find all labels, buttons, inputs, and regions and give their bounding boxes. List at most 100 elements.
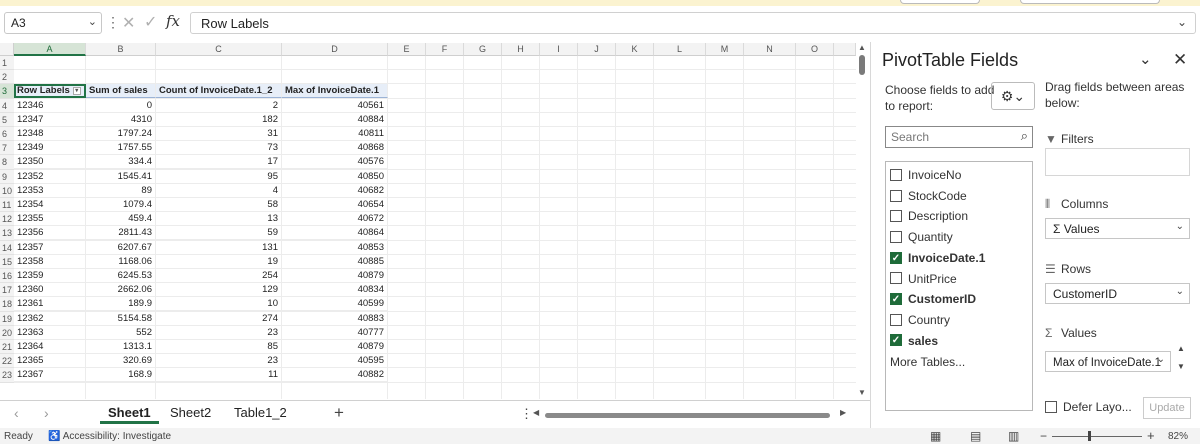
field-country[interactable]: Country xyxy=(890,311,950,329)
row-header-17[interactable]: 17 xyxy=(0,283,14,298)
zoom-slider-knob[interactable] xyxy=(1088,431,1091,441)
row-header-15[interactable]: 15 xyxy=(0,254,14,269)
row-header-13[interactable]: 13 xyxy=(0,226,14,241)
table-cell[interactable]: 2811.43 xyxy=(86,226,156,241)
table-cell[interactable]: 95 xyxy=(156,169,282,184)
table-cell[interactable]: 40885 xyxy=(282,254,388,269)
table-cell[interactable]: 40883 xyxy=(282,311,388,326)
table-cell[interactable]: 40850 xyxy=(282,169,388,184)
row-header-10[interactable]: 10 xyxy=(0,183,14,198)
table-cell[interactable]: 40595 xyxy=(282,354,388,369)
row-header-11[interactable]: 11 xyxy=(0,198,14,213)
row-header-6[interactable]: 6 xyxy=(0,127,14,142)
zoom-out-icon[interactable]: − xyxy=(1040,429,1047,443)
column-header-n[interactable]: N xyxy=(744,43,796,56)
cancel-icon[interactable]: ✕ xyxy=(122,13,135,33)
filter-dropdown-icon[interactable]: ▾ xyxy=(72,86,81,95)
row-header-8[interactable]: 8 xyxy=(0,155,14,170)
row-header-16[interactable]: 16 xyxy=(0,269,14,284)
column-header-k[interactable]: K xyxy=(616,43,654,56)
table-cell[interactable]: 12357 xyxy=(14,240,86,255)
strip-button[interactable] xyxy=(900,0,980,4)
table-cell[interactable]: 12347 xyxy=(14,112,86,127)
checkbox-unchecked[interactable] xyxy=(890,210,902,223)
horizontal-scrollbar[interactable] xyxy=(545,413,830,418)
pivot-header-cell[interactable]: Sum of sales xyxy=(86,84,156,99)
table-cell[interactable]: 12354 xyxy=(14,198,86,212)
table-cell[interactable]: 40882 xyxy=(282,368,388,383)
accessibility-status[interactable]: ♿ Accessibility: Investigate xyxy=(48,431,171,442)
table-cell[interactable]: 85 xyxy=(156,340,282,354)
filters-drop-area[interactable] xyxy=(1045,148,1190,176)
column-header-l[interactable]: L xyxy=(654,43,706,56)
table-cell[interactable]: 12359 xyxy=(14,269,86,283)
field-unitprice[interactable]: UnitPrice xyxy=(890,270,957,288)
update-button[interactable]: Update xyxy=(1143,397,1191,419)
table-cell[interactable]: 40654 xyxy=(282,198,388,212)
table-cell[interactable]: 40811 xyxy=(282,127,388,141)
table-cell[interactable]: 40682 xyxy=(282,183,388,198)
pivot-header-cell[interactable]: Max of InvoiceDate.1 xyxy=(282,84,388,99)
table-cell[interactable]: 40599 xyxy=(282,297,388,312)
column-header-c[interactable]: C xyxy=(156,43,282,56)
table-cell[interactable]: 0 xyxy=(86,98,156,113)
table-cell[interactable]: 13 xyxy=(156,212,282,227)
chevron-down-icon[interactable]: ⌄ xyxy=(88,15,97,28)
row-header-3[interactable]: 3 xyxy=(0,84,14,99)
table-cell[interactable]: 168.9 xyxy=(86,368,156,383)
more-options-icon[interactable]: ⋮ xyxy=(106,14,120,31)
table-cell[interactable]: 40868 xyxy=(282,141,388,156)
table-cell[interactable]: 40864 xyxy=(282,226,388,241)
table-cell[interactable]: 552 xyxy=(86,325,156,340)
table-cell[interactable]: 40672 xyxy=(282,212,388,227)
table-cell[interactable]: 334.4 xyxy=(86,155,156,170)
table-cell[interactable]: 17 xyxy=(156,155,282,170)
field-search-input[interactable]: Search ⌕ xyxy=(885,126,1033,148)
table-cell[interactable]: 12353 xyxy=(14,183,86,198)
sheet-tab-table1-2[interactable]: Table1_2 xyxy=(226,405,295,420)
table-cell[interactable]: 40853 xyxy=(282,240,388,255)
table-cell[interactable]: 73 xyxy=(156,141,282,156)
column-header-a[interactable]: A xyxy=(14,43,86,56)
table-cell[interactable]: 40879 xyxy=(282,340,388,354)
field-sales[interactable]: ✓ sales xyxy=(890,332,938,350)
table-cell[interactable]: 40561 xyxy=(282,98,388,113)
table-cell[interactable]: 1757.55 xyxy=(86,141,156,156)
table-cell[interactable]: 40879 xyxy=(282,269,388,283)
table-cell[interactable]: 12361 xyxy=(14,297,86,312)
field-invoiceno[interactable]: InvoiceNo xyxy=(890,166,961,184)
row-header-18[interactable]: 18 xyxy=(0,297,14,312)
checkbox-checked[interactable]: ✓ xyxy=(890,334,902,347)
field-description[interactable]: Description xyxy=(890,207,968,225)
column-header-i[interactable]: I xyxy=(540,43,578,56)
column-header-m[interactable]: M xyxy=(706,43,744,56)
table-cell[interactable]: 12348 xyxy=(14,127,86,141)
column-header-b[interactable]: B xyxy=(86,43,156,56)
table-cell[interactable]: 459.4 xyxy=(86,212,156,227)
row-header-2[interactable]: 2 xyxy=(0,70,14,85)
search-icon[interactable]: ⌕ xyxy=(1021,128,1028,144)
table-cell[interactable]: 19 xyxy=(156,254,282,269)
table-cell[interactable]: 129 xyxy=(156,283,282,298)
table-cell[interactable]: 182 xyxy=(156,112,282,127)
strip-button[interactable] xyxy=(1020,0,1160,4)
page-layout-icon[interactable]: ▤ xyxy=(970,429,981,443)
table-cell[interactable]: 11 xyxy=(156,368,282,383)
field-quantity[interactable]: Quantity xyxy=(890,228,953,246)
table-cell[interactable]: 4310 xyxy=(86,112,156,127)
values-max-invoicedate-item[interactable]: Max of InvoiceDate.1 ⌄ xyxy=(1045,351,1171,372)
row-header-14[interactable]: 14 xyxy=(0,240,14,255)
table-cell[interactable]: 12363 xyxy=(14,325,86,340)
table-cell[interactable]: 40884 xyxy=(282,112,388,127)
scroll-down-icon[interactable]: ▼ xyxy=(858,388,866,397)
checkbox-checked[interactable]: ✓ xyxy=(890,293,902,306)
zoom-level[interactable]: 82% xyxy=(1168,431,1188,442)
table-cell[interactable]: 2662.06 xyxy=(86,283,156,298)
table-cell[interactable]: 59 xyxy=(156,226,282,241)
column-header-h[interactable]: H xyxy=(502,43,540,56)
column-header-g[interactable]: G xyxy=(464,43,502,56)
table-cell[interactable]: 40576 xyxy=(282,155,388,170)
checkbox-unchecked[interactable] xyxy=(890,313,902,326)
scroll-up-icon[interactable]: ▲ xyxy=(858,43,866,52)
tab-options-icon[interactable]: ⋮ xyxy=(520,406,533,422)
